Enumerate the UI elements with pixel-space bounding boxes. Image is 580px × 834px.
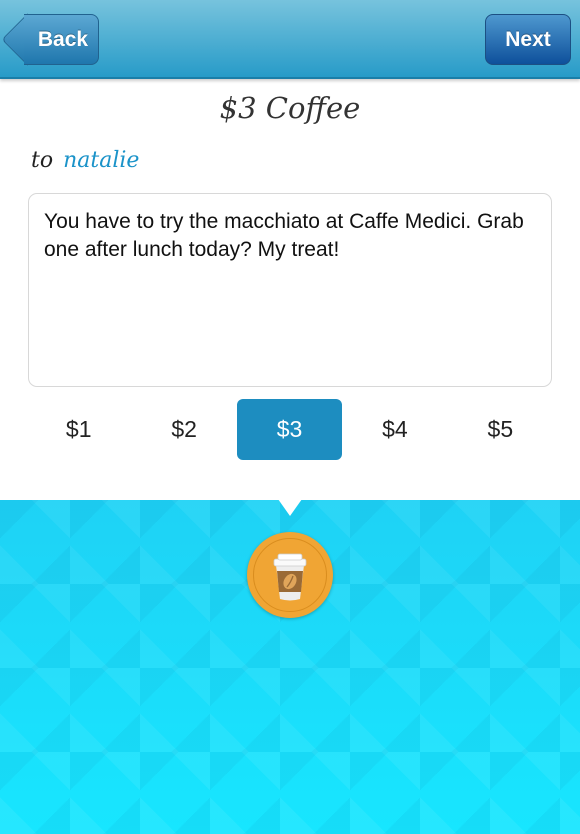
nav-bar: Back Next	[0, 0, 580, 79]
message-input[interactable]: You have to try the macchiato at Caffe M…	[28, 193, 552, 387]
amount-1[interactable]: $1	[26, 399, 131, 460]
amount-5[interactable]: $5	[448, 399, 553, 460]
gift-panel: $3 Coffee to natalie You have to try the …	[0, 79, 580, 500]
coffee-cup-coin-icon	[247, 532, 333, 618]
recipient-line: to natalie	[31, 148, 139, 173]
next-button[interactable]: Next	[485, 14, 571, 65]
to-label: to	[31, 148, 54, 173]
recipient-name[interactable]: natalie	[63, 148, 139, 173]
amount-4[interactable]: $4	[342, 399, 447, 460]
amount-3[interactable]: $3	[236, 399, 343, 460]
coffee-cup-icon	[273, 553, 307, 601]
page-title: $3 Coffee	[219, 91, 361, 125]
back-button[interactable]: Back	[24, 14, 99, 65]
amount-selector: $1 $2 $3 $4 $5	[26, 399, 553, 460]
amount-2[interactable]: $2	[131, 399, 236, 460]
